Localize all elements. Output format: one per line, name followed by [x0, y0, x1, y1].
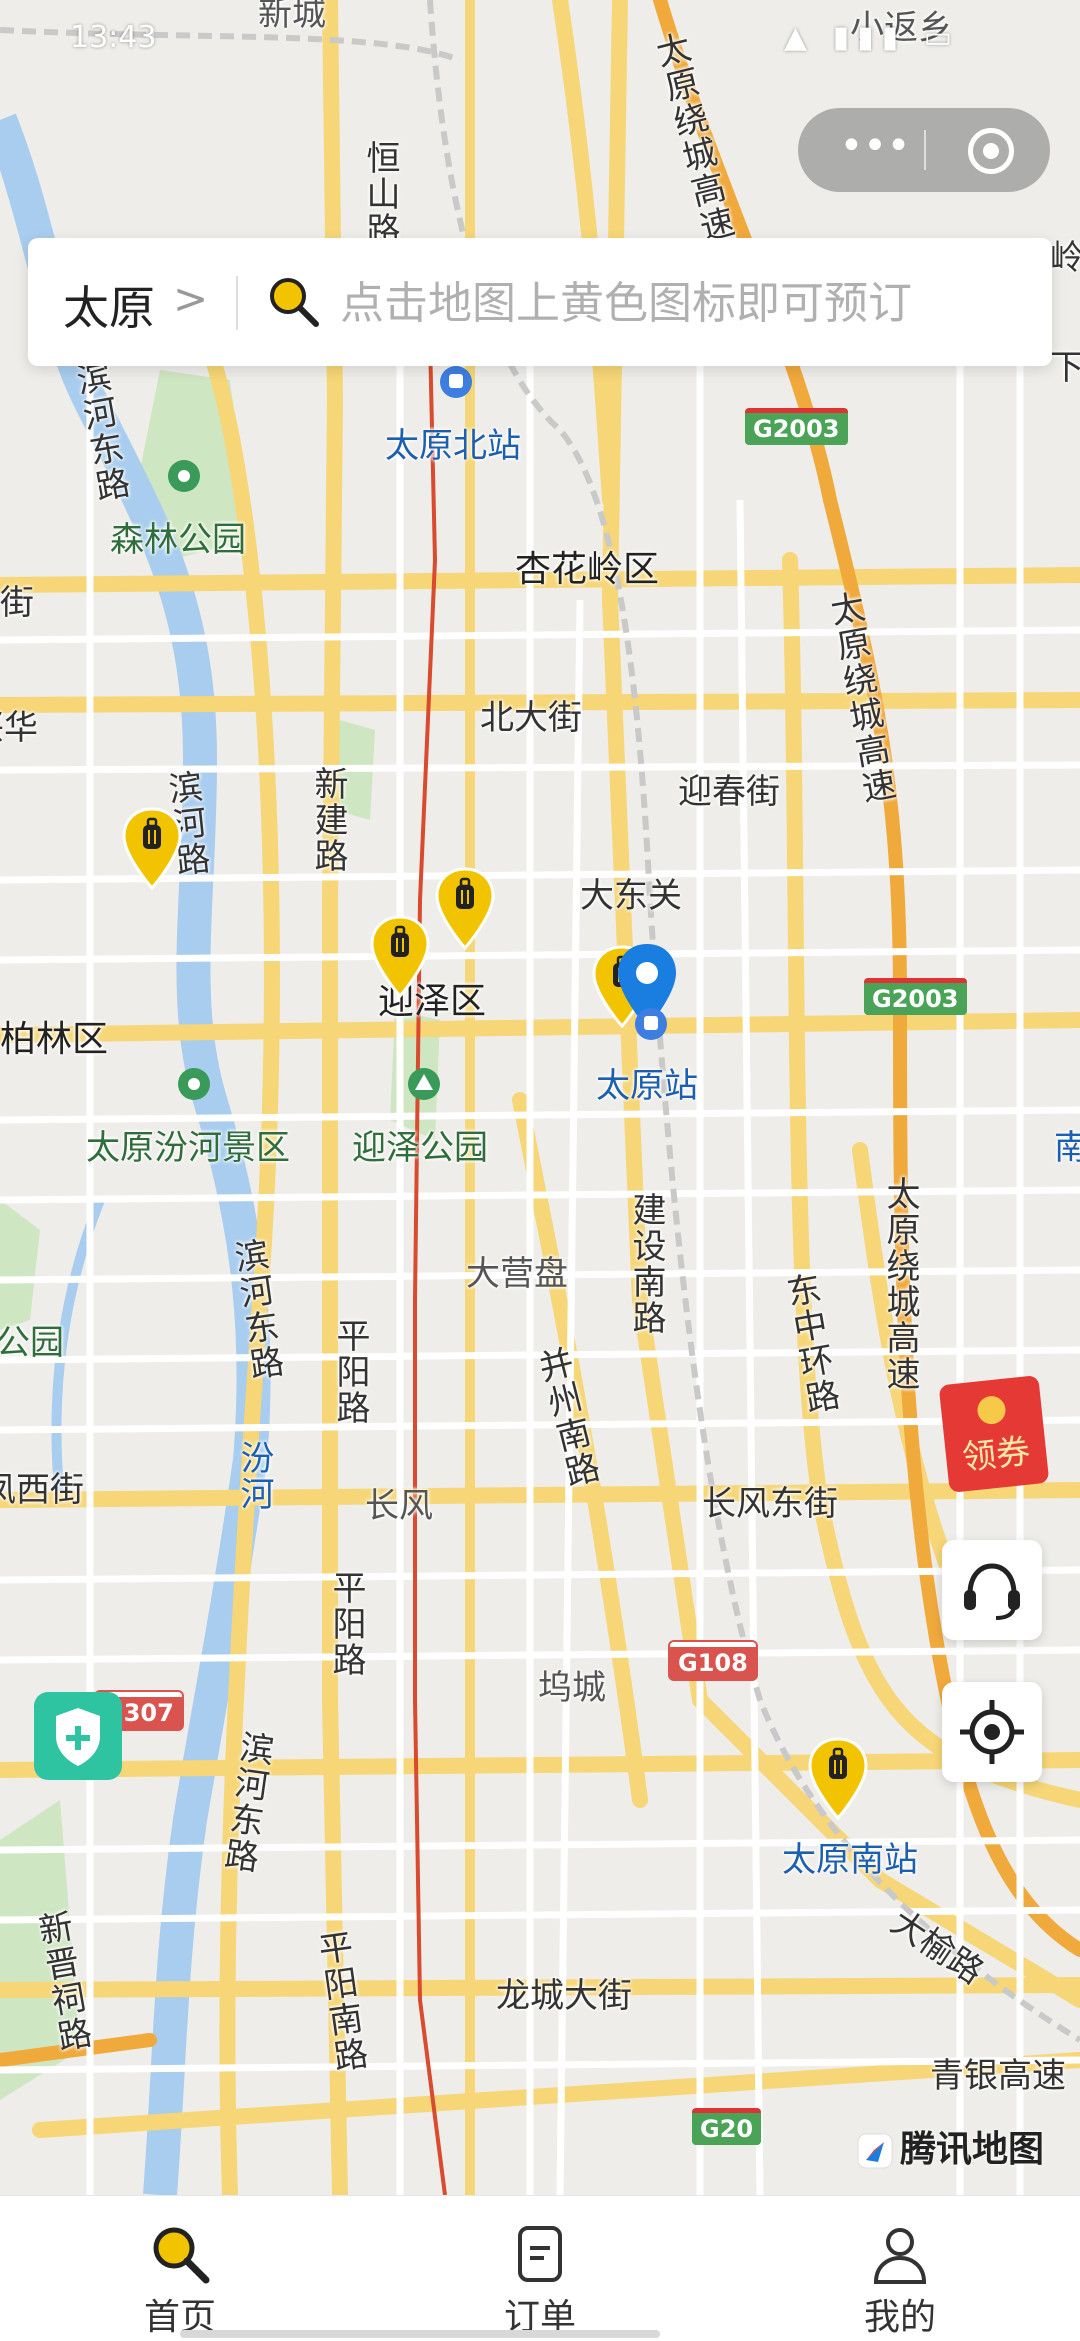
customer-service-button[interactable] [942, 1540, 1042, 1640]
status-icons: ▲ ▮▮▮ ▭ [783, 20, 960, 55]
capsule-divider [924, 130, 926, 170]
place-label: 下 [1050, 348, 1080, 388]
chevron-right-icon[interactable]: > [173, 274, 208, 323]
luggage-pin-icon[interactable] [120, 806, 184, 892]
park-label: 公园 [0, 1323, 64, 1363]
search-bar: 太原 > [28, 238, 1052, 366]
order-icon [518, 2226, 562, 2282]
street-label: 迎春街 [678, 772, 780, 812]
search-divider [236, 276, 238, 330]
locate-icon [960, 1700, 1024, 1764]
city-selector[interactable]: 太原 [63, 272, 155, 338]
luggage-pin-icon[interactable] [368, 914, 432, 1000]
place-label: 兴华 [0, 708, 38, 748]
place-label: 长风 [365, 1486, 433, 1526]
road-label: 平阳路 [326, 1570, 366, 1678]
luggage-pin-icon[interactable] [433, 866, 497, 952]
park-poi-icon [178, 1068, 210, 1100]
safety-button[interactable] [34, 1692, 122, 1780]
tencent-map-logo-icon [857, 2133, 893, 2169]
highway-shield: G20 [692, 2108, 762, 2145]
shield-plus-icon [56, 1708, 100, 1766]
station-label: 太原站 [596, 1066, 698, 1106]
road-label: 恒山路 [360, 140, 400, 248]
coupon-button[interactable]: 领券 [938, 1372, 1060, 1493]
road-label: 龙城大街 [496, 1976, 632, 2016]
place-label: 大营盘 [466, 1254, 568, 1294]
road-label: 长风东街 [702, 1484, 838, 1524]
search-icon [153, 2227, 210, 2284]
place-label: 岭 [1050, 238, 1080, 278]
road-label: 新建路 [308, 766, 348, 874]
road-label: 平阳路 [330, 1318, 370, 1426]
highway-shield: G2003 [864, 978, 967, 1015]
luggage-pin-icon[interactable] [806, 1736, 870, 1822]
search-icon [270, 278, 319, 327]
park-label: 迎泽公园 [352, 1128, 488, 1168]
place-label: 坞城 [538, 1668, 606, 1708]
close-target-icon[interactable] [968, 128, 1014, 174]
district-label: 杏花岭区 [515, 549, 660, 590]
district-label: 万柏林区 [0, 1019, 109, 1060]
tab-profile-label: 我的 [863, 2297, 936, 2338]
search-input[interactable] [338, 268, 1022, 338]
station-label: 太原南站 [782, 1840, 918, 1880]
place-label: 大东关 [580, 876, 682, 916]
park-label: 森林公园 [110, 520, 246, 560]
place-label: 街 [0, 583, 34, 623]
highway-shield: G108 [670, 1642, 756, 1679]
status-time: 13:43 [70, 20, 157, 55]
status-bar: 13:43 ▲ ▮▮▮ ▭ [0, 0, 1080, 70]
station-icon [440, 366, 472, 398]
watermark-text: 腾讯地图 [900, 2129, 1045, 2170]
map-watermark: 腾讯地图 [856, 2120, 1044, 2172]
park-poi-icon [168, 460, 200, 492]
coupon-label: 领券 [938, 1375, 1050, 1493]
highway-shield: G2003 [745, 408, 848, 445]
miniprogram-capsule: ••• [798, 108, 1050, 192]
street-label: 凤西街 [0, 1470, 84, 1510]
bottom-nav: 首页 订单 我的 [0, 2195, 1080, 2341]
park-label: 太原汾河景区 [86, 1128, 290, 1168]
park-poi-icon [408, 1068, 440, 1100]
station-icon [635, 1008, 667, 1040]
tab-orders[interactable]: 订单 [430, 2196, 650, 2341]
place-label: 南 [1054, 1128, 1080, 1168]
tab-home[interactable]: 首页 [70, 2196, 290, 2341]
user-icon [873, 2228, 927, 2284]
more-icon[interactable]: ••• [832, 126, 918, 172]
road-label: 建设南路 [626, 1192, 666, 1336]
locate-me-button[interactable] [942, 1682, 1042, 1782]
street-label: 北大街 [480, 698, 582, 738]
river-label: 汾河 [234, 1440, 274, 1512]
headset-icon [964, 1563, 1020, 1620]
home-indicator [180, 2330, 660, 2338]
road-label: 太原绕城高速 [880, 1176, 920, 1392]
tab-profile[interactable]: 我的 [790, 2196, 1010, 2341]
road-label: 青银高速 [930, 2056, 1066, 2096]
station-label: 太原北站 [385, 426, 521, 466]
